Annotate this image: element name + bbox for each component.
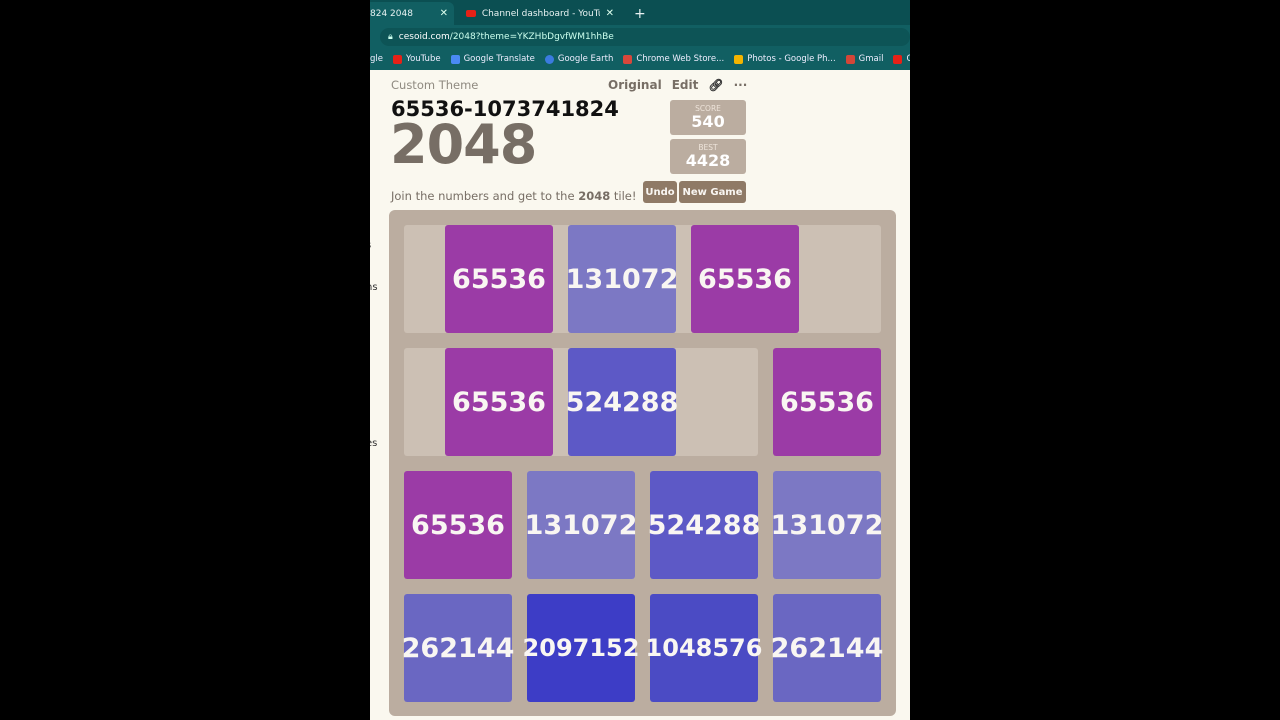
photos-icon — [734, 54, 744, 64]
lock-icon: 🔒︎ — [388, 32, 393, 42]
best-value: 4428 — [685, 151, 731, 170]
tile-524288: 524288 — [566, 348, 678, 456]
edit-link[interactable]: Edit — [672, 78, 699, 92]
bookmark-item[interactable]: Google Earth — [544, 54, 613, 64]
partial-side-text: s — [370, 240, 371, 251]
tile-65536: 65536 — [445, 225, 553, 333]
game-title: 2048 — [390, 113, 537, 176]
tile-524288: 524288 — [648, 471, 760, 579]
original-link[interactable]: Original — [608, 78, 662, 92]
tile-1048576: 1048576 — [646, 594, 762, 702]
youtube-icon — [893, 54, 903, 64]
tile-65536: 65536 — [404, 471, 512, 579]
plus-icon: + — [634, 5, 646, 22]
bookmark-item[interactable]: Google Translate — [450, 54, 535, 64]
intro-text: Join the numbers and get to the 2048 til… — [391, 189, 637, 203]
tile-262144: 262144 — [402, 594, 514, 702]
tile-131072: 131072 — [771, 471, 883, 579]
store-icon — [623, 54, 633, 64]
best-box: BEST 4428 — [670, 139, 746, 174]
tab-bar: 824 2048 ✕ Channel dashboard - YouTube S… — [370, 0, 910, 25]
gmail-icon — [845, 54, 855, 64]
tile-65536: 65536 — [773, 348, 881, 456]
undo-button[interactable]: Undo — [643, 181, 677, 203]
tile-2097152: 2097152 — [523, 594, 639, 702]
youtube-icon — [466, 10, 476, 17]
tile-262144: 262144 — [771, 594, 883, 702]
bookmarks-bar: gle YouTube Google Translate Google Earth Ch… — [370, 48, 910, 70]
tile-131072: 131072 — [566, 225, 678, 333]
tab-channel-dashboard[interactable]: Channel dashboard - YouTube St ✕ — [460, 2, 620, 25]
browser-window: 824 2048 ✕ Channel dashboard - YouTube S… — [370, 0, 910, 720]
bookmark-item[interactable]: YouTube — [393, 54, 441, 64]
link-icon[interactable]: 🔗︎ — [708, 78, 723, 92]
more-icon[interactable]: ··· — [734, 78, 748, 92]
earth-icon — [544, 54, 554, 64]
bookmark-item[interactable]: Photos - Google Ph... — [734, 54, 836, 64]
theme-label: Custom Theme — [391, 78, 479, 92]
tile-65536: 65536 — [445, 348, 553, 456]
translate-icon — [450, 54, 460, 64]
url-input[interactable]: 🔒︎ cesoid.com/2048?theme=YKZHbDgvfWM1hhB… — [380, 28, 910, 46]
address-bar: 🔒︎ cesoid.com/2048?theme=YKZHbDgvfWM1hhB… — [370, 25, 910, 48]
bookmark-item[interactable]: Chrome Web Store... — [623, 54, 724, 64]
youtube-icon — [393, 54, 402, 64]
partial-side-text: es — [370, 438, 378, 449]
tile-65536: 65536 — [691, 225, 799, 333]
new-tab-button[interactable]: + — [628, 2, 652, 25]
close-icon[interactable]: ✕ — [606, 8, 614, 19]
tab-2048[interactable]: 824 2048 ✕ — [370, 2, 454, 25]
url-path: /2048?theme=YKZHbDgvfWM1hhBe — [449, 32, 614, 42]
tab-label: Channel dashboard - YouTube St — [481, 8, 600, 19]
bookmark-item[interactable]: Gmail — [845, 54, 883, 64]
score-value: 540 — [691, 112, 725, 131]
partial-side-text: ns — [370, 282, 378, 293]
theme-links: Original Edit 🔗︎ ··· — [608, 78, 747, 92]
score-box: SCORE 540 — [670, 100, 746, 135]
new-game-button[interactable]: New Game — [679, 181, 746, 203]
tile-131072: 131072 — [525, 471, 637, 579]
bookmark-item[interactable]: gle — [370, 54, 383, 64]
bookmark-item[interactable]: Ch — [893, 54, 910, 64]
game-board[interactable]: 65536 131072 65536 65536 524288 65536 65536 131… — [389, 210, 896, 716]
close-icon[interactable]: ✕ — [440, 8, 448, 19]
tab-label: 824 2048 — [370, 8, 413, 19]
url-host: cesoid.com — [398, 32, 450, 42]
